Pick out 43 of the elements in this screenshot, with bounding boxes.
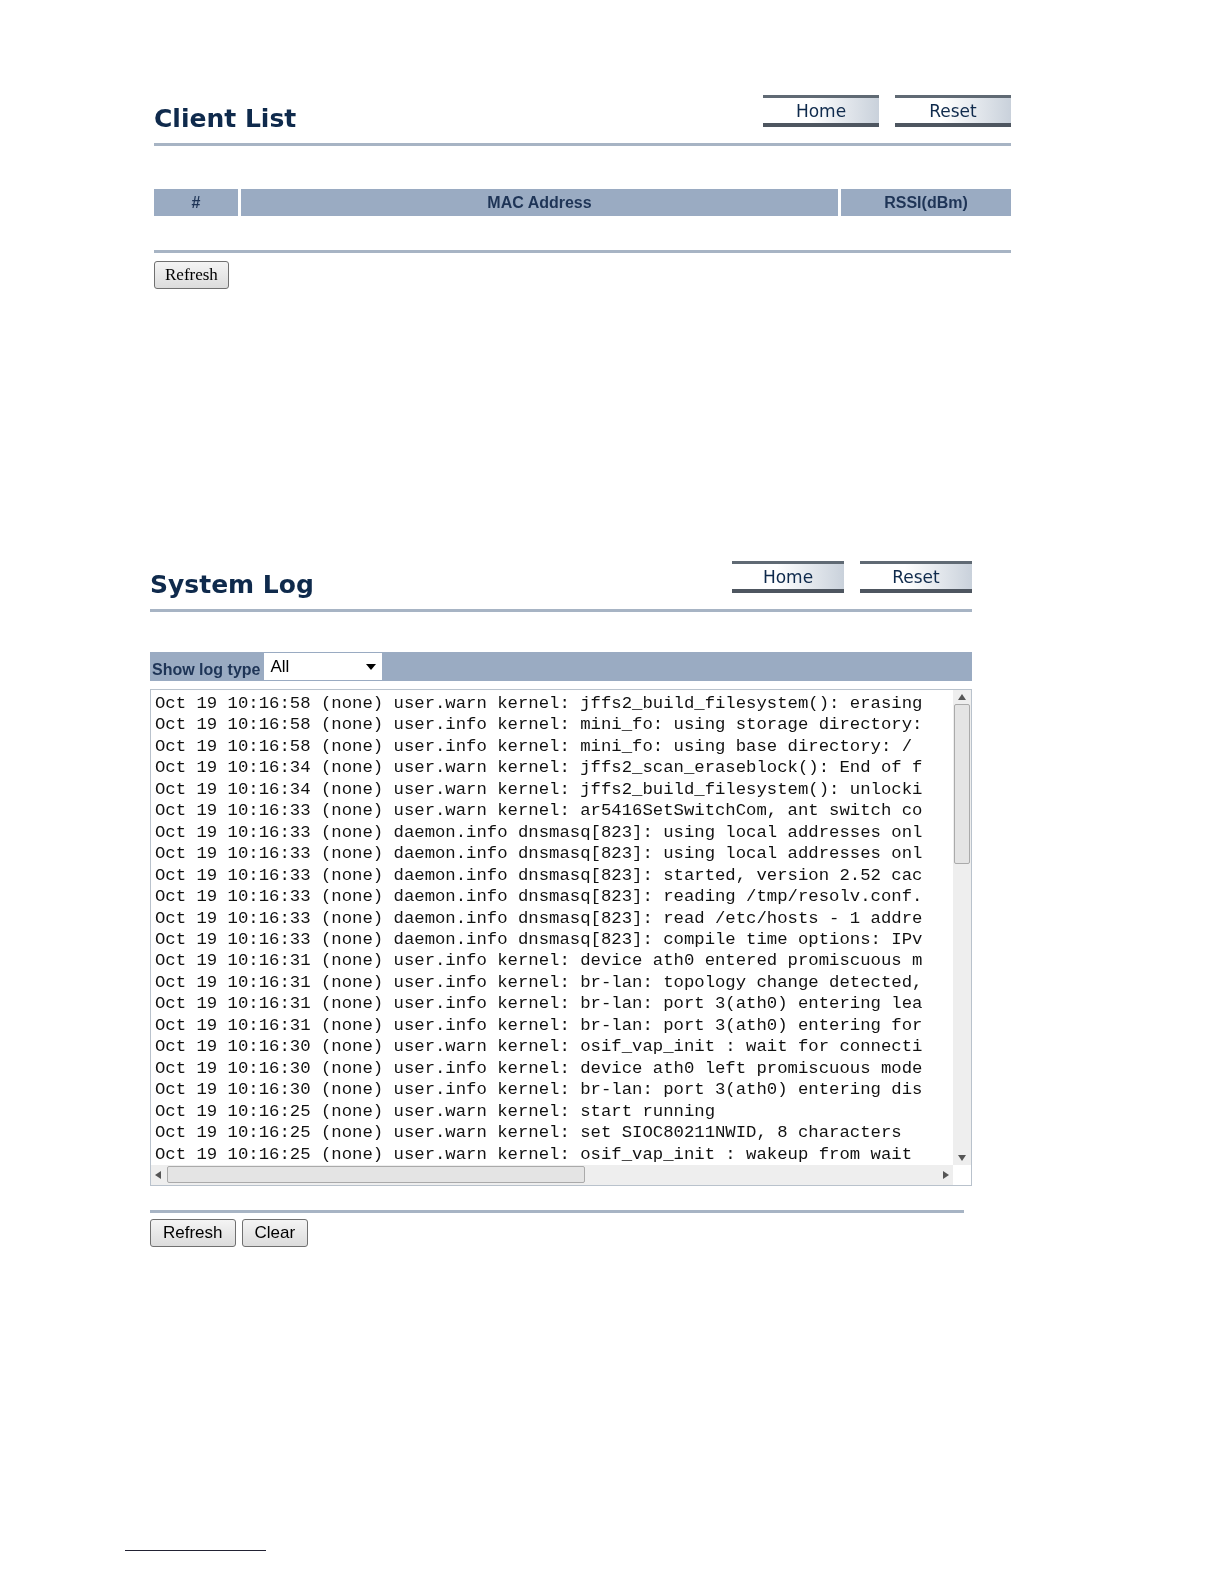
log-line: Oct 19 10:16:58 (none) user.info kernel: mini_fo: using base directory: / <box>155 735 914 758</box>
log-line: Oct 19 10:16:58 (none) user.warn kernel: jffs2_build_filesystem(): erasing <box>155 693 924 715</box>
column-header: # <box>154 189 238 216</box>
log-line: Oct 19 10:16:33 (none) user.warn kernel: ar5416SetSwitchCom, ant switch co <box>155 800 924 822</box>
log-line: Oct 19 10:16:30 (none) user.info kernel: device ath0 left promiscuous mode <box>155 1057 924 1080</box>
log-line: Oct 19 10:16:31 (none) user.info kernel: br-lan: port 3(ath0) entering for <box>155 1014 924 1037</box>
dropdown-arrow-icon <box>366 663 377 670</box>
nav-button[interactable]: Reset <box>860 561 972 593</box>
log-line: Oct 19 10:16:25 (none) user.warn kernel: start running <box>155 1100 716 1123</box>
log-line: Oct 19 10:16:31 (none) user.info kernel: br-lan: topology change detected, <box>155 971 924 994</box>
nav-button[interactable]: Home <box>732 561 844 593</box>
page-title: Client List <box>154 104 297 133</box>
filter-label: Show log type <box>151 661 262 680</box>
log-line: Oct 19 10:16:33 (none) daemon.info dnsmasq[823]: using local addresses onl <box>155 843 924 865</box>
log-line: Oct 19 10:16:33 (none) daemon.info dnsmasq[823]: reading /tmp/resolv.conf. <box>155 886 924 908</box>
log-line: Oct 19 10:16:58 (none) user.info kernel: mini_fo: using storage directory: <box>155 714 924 736</box>
log-line: Oct 19 10:16:33 (none) daemon.info dnsmasq[823]: read /etc/hosts - 1 addre <box>155 907 924 929</box>
log-line: Oct 19 10:16:34 (none) user.warn kernel: jffs2_scan_eraseblock(): End of f <box>155 757 924 779</box>
log-line: Oct 19 10:16:31 (none) user.info kernel: br-lan: port 3(ath0) entering lea <box>155 993 924 1015</box>
log-line: Oct 19 10:16:30 (none) user.warn kernel: osif_vap_init : wait for connecti <box>155 1036 924 1058</box>
log-line: Oct 19 10:16:33 (none) daemon.info dnsmasq[823]: using local addresses onl <box>155 821 924 844</box>
nav-button[interactable]: Reset <box>895 95 1011 127</box>
column-header: MAC Address <box>241 189 838 216</box>
log-line: Oct 19 10:16:31 (none) user.info kernel: device ath0 entered promiscuous m <box>155 950 924 972</box>
scroll-left-arrow-icon[interactable] <box>155 1170 161 1179</box>
log-line: Oct 19 10:16:33 (none) daemon.info dnsmasq[823]: compile time options: IPv <box>155 929 924 951</box>
refresh-button[interactable]: Refresh <box>154 261 229 289</box>
horizontal-scrollbar[interactable] <box>151 1164 953 1185</box>
log-action-button[interactable]: Clear <box>241 1218 309 1247</box>
scroll-down-arrow-icon[interactable] <box>958 1154 966 1161</box>
scroll-right-arrow-icon[interactable] <box>943 1170 949 1179</box>
scroll-up-arrow-icon[interactable] <box>958 694 966 700</box>
page-title: System Log <box>150 570 314 599</box>
nav-button[interactable]: Home <box>763 95 879 127</box>
log-action-button[interactable]: Refresh <box>150 1218 236 1247</box>
log-line: Oct 19 10:16:25 (none) user.warn kernel: set SIOC80211NWID, 8 characters <box>155 1122 903 1144</box>
log-line: Oct 19 10:16:30 (none) user.info kernel: br-lan: port 3(ath0) entering dis <box>155 1079 924 1101</box>
log-line: Oct 19 10:16:34 (none) user.warn kernel: jffs2_build_filesystem(): unlocki <box>155 778 924 801</box>
log-line: Oct 19 10:16:25 (none) user.warn kernel: osif_vap_init : wakeup from wait <box>155 1143 914 1165</box>
log-type-dropdown[interactable]: All <box>264 653 383 680</box>
column-header: RSSI(dBm) <box>841 189 1011 216</box>
vertical-scrollbar[interactable] <box>953 690 971 1165</box>
log-line: Oct 19 10:16:33 (none) daemon.info dnsmasq[823]: started, version 2.52 cac <box>155 864 924 887</box>
